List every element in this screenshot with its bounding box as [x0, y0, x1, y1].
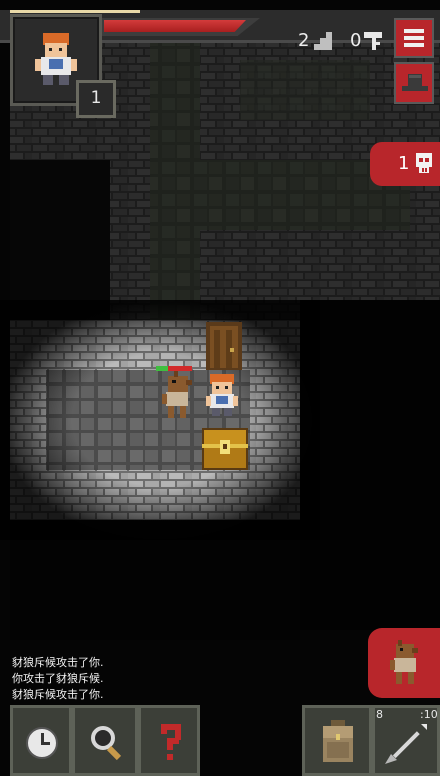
danger-count: 1 — [398, 153, 410, 174]
dart-icon — [385, 724, 427, 764]
lit-vignette — [0, 300, 320, 540]
dark-floor-side — [10, 160, 110, 320]
log-line: 豺狼斥候攻击了你. — [12, 688, 104, 701]
danger-indicator[interactable]: 1 — [370, 142, 440, 186]
quickslot-count-left: 8 — [376, 708, 383, 721]
log-line: 你攻击了豺狼斥候. — [12, 672, 104, 685]
treasure-chest — [202, 428, 248, 470]
inventory-button[interactable] — [302, 705, 372, 776]
keys-value: 0 — [350, 30, 362, 51]
magnifier-icon — [91, 726, 122, 761]
examine-button[interactable] — [138, 705, 200, 776]
stairs-icon — [314, 32, 332, 50]
experience-bar — [10, 10, 140, 13]
unexplored-right — [300, 300, 440, 630]
attack-target-button[interactable] — [368, 628, 440, 698]
lit-room — [0, 300, 320, 540]
wooden-door — [206, 322, 242, 370]
hero-level-badge: 1 — [76, 80, 116, 118]
gnoll-target-icon — [390, 640, 418, 684]
hat-icon — [402, 74, 428, 91]
hamburger-icon — [404, 29, 424, 33]
quickslot-count-right: :10 — [420, 708, 438, 721]
game-log: 豺狼斥候攻击了你. 你攻击了豺狼斥候. 豺狼斥候攻击了你. — [12, 655, 104, 703]
clock-icon — [26, 727, 58, 759]
dark-floor-corridor — [150, 40, 200, 330]
key-icon — [364, 32, 382, 50]
game-screen: 1 2 0 1 豺狼斥候攻击了你. 你攻击了豺狼斥候. 豺狼斥候攻击了你. 8 … — [0, 0, 440, 776]
journal-button[interactable] — [394, 62, 434, 104]
wait-button[interactable] — [10, 705, 72, 776]
dark-floor-right — [240, 60, 370, 120]
menu-button[interactable] — [394, 18, 434, 58]
search-button[interactable] — [72, 705, 138, 776]
backpack-icon — [323, 720, 353, 762]
skull-icon — [416, 153, 432, 173]
question-mark-icon — [161, 724, 181, 760]
health-bar — [104, 20, 246, 32]
log-line: 豺狼斥候攻击了你. — [12, 656, 104, 669]
depth-value: 2 — [298, 30, 310, 51]
hamburger-icon-line — [404, 36, 424, 40]
hamburger-icon-line — [404, 43, 424, 47]
